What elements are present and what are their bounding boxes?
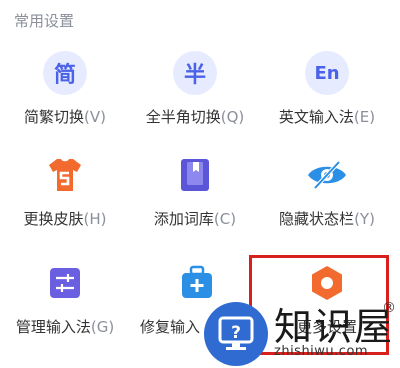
tile-label: 管理输入法: [15, 318, 91, 336]
tile-full-half-width[interactable]: 半 全半角切换(Q): [130, 50, 260, 140]
eye-hidden-icon: [304, 152, 350, 198]
watermark-registered-mark: ®: [382, 300, 396, 316]
section-title: 常用设置: [14, 12, 75, 30]
book-dictionary-icon: [172, 152, 218, 198]
tile-manage-input[interactable]: 管理输入法(G): [0, 260, 130, 350]
tile-label: 修复输入: [140, 318, 201, 336]
tile-add-dictionary[interactable]: 添加词库(C): [130, 152, 260, 242]
tshirt-skin-icon: [42, 152, 88, 198]
shortcut-key: (Q): [220, 108, 245, 126]
full-half-width-icon: 半: [172, 50, 218, 96]
watermark-url: zhishiwu.com: [274, 344, 369, 359]
watermark-brand: 知识屋: [274, 305, 395, 349]
svg-text:?: ?: [231, 323, 241, 343]
sliders-icon: [42, 260, 88, 306]
watermark-logo-icon: ?: [204, 302, 268, 366]
shortcut-key: (G): [90, 318, 115, 336]
tile-label: 隐藏状态栏: [279, 210, 355, 228]
tile-hide-status-bar[interactable]: 隐藏状态栏(Y): [262, 152, 392, 242]
tile-simplified-traditional[interactable]: 简 简繁切换(V): [0, 50, 130, 140]
shortcut-key: (E): [353, 108, 376, 126]
tile-label: 添加词库: [153, 210, 214, 228]
watermark: ? 知识屋 zhishiwu.com ®: [200, 296, 400, 368]
shortcut-key: (Y): [354, 210, 375, 228]
tile-label: 更换皮肤: [23, 210, 84, 228]
tile-change-skin[interactable]: 更换皮肤(H): [0, 152, 130, 242]
english-input-icon: En: [304, 50, 350, 96]
simplified-traditional-icon: 简: [42, 50, 88, 96]
shortcut-key: (C): [213, 210, 237, 228]
shortcut-key: (H): [83, 210, 107, 228]
shortcut-key: (V): [84, 108, 106, 126]
tile-english-input[interactable]: En 英文输入法(E): [262, 50, 392, 140]
tile-label: 简繁切换: [24, 108, 85, 126]
tile-label: 英文输入法: [278, 108, 354, 126]
tile-label: 全半角切换: [145, 108, 221, 126]
